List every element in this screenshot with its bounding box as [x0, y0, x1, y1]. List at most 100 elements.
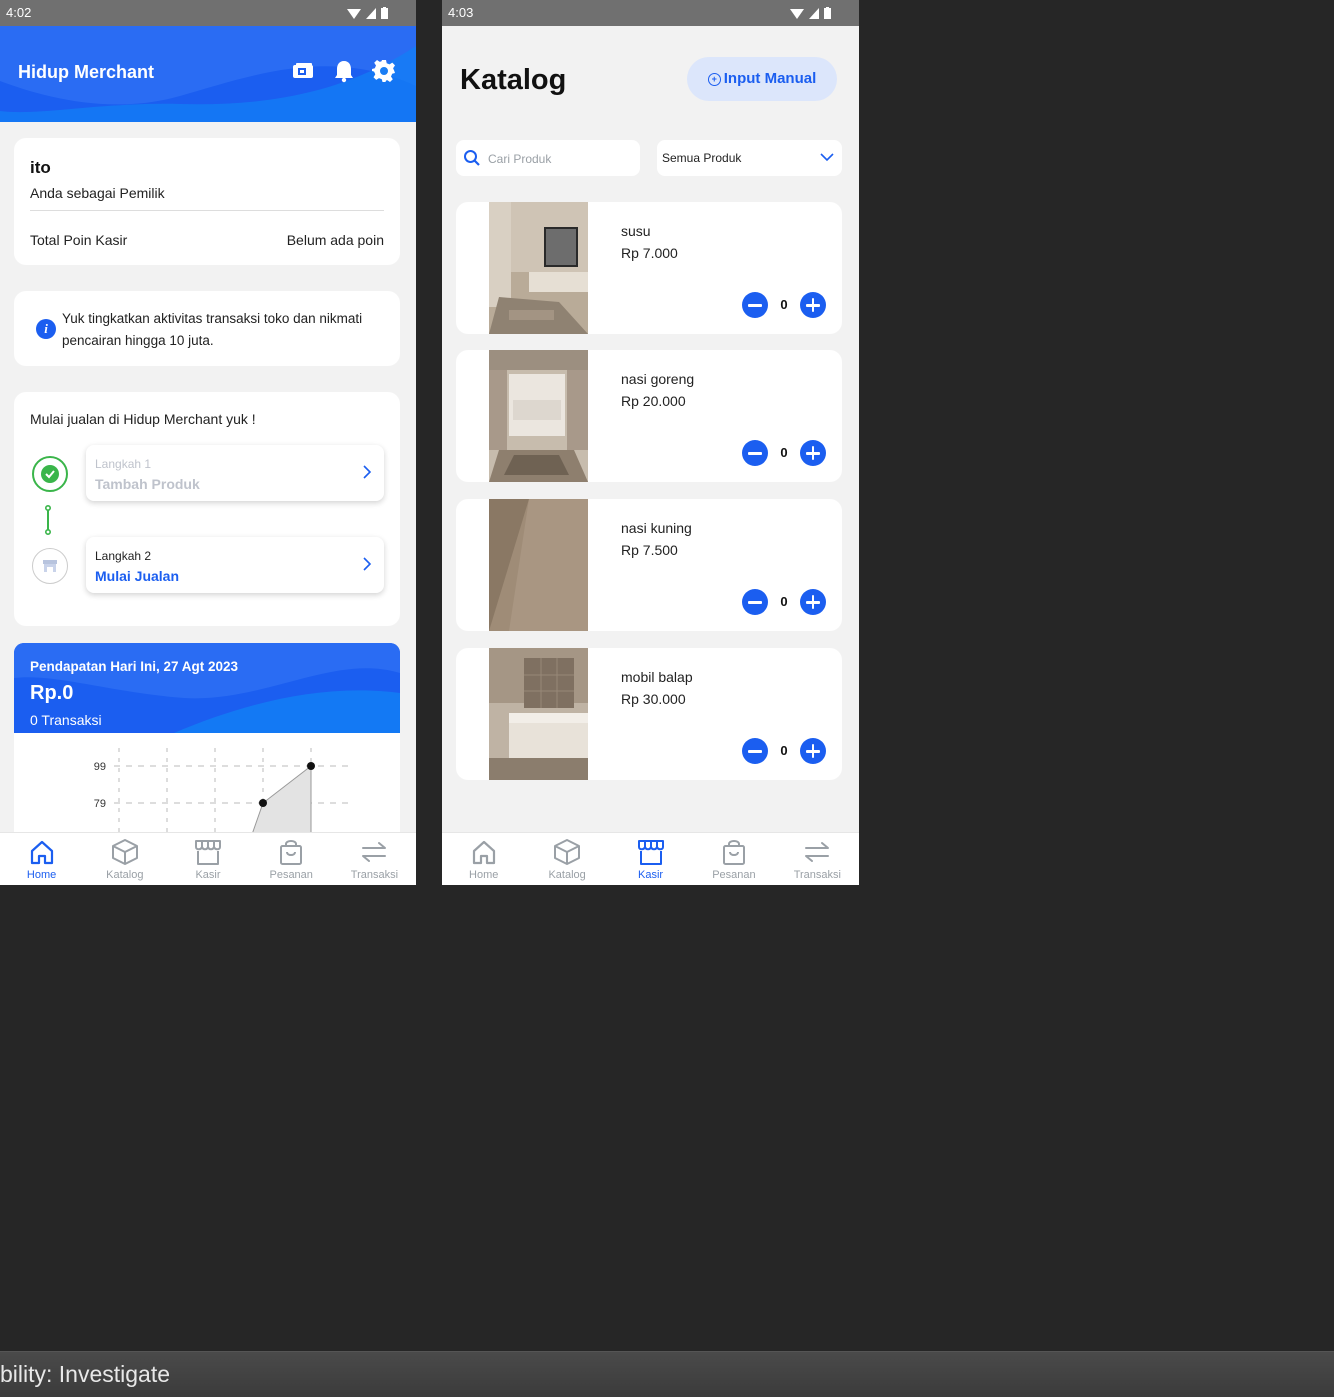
quantity-value: 0	[780, 445, 788, 460]
steps-title: Mulai jualan di Hidup Merchant yuk !	[30, 411, 256, 427]
product-image	[489, 648, 588, 780]
poin-label: Total Poin Kasir	[30, 232, 128, 248]
income-title: Pendapatan Hari Ini, 27 Agt 2023	[30, 659, 239, 674]
nav-item-katalog[interactable]: Katalog	[83, 833, 166, 885]
quantity-value: 0	[780, 743, 788, 758]
minus-button[interactable]	[742, 292, 768, 318]
chevron-right-icon	[363, 465, 372, 479]
nav-item-home[interactable]: Home	[442, 833, 525, 885]
product-price: Rp 7.500	[621, 542, 678, 558]
income-card: Pendapatan Hari Ini, 27 Agt 2023 Rp.0 0 …	[14, 643, 400, 843]
product-filter-select[interactable]: Semua Produk	[657, 140, 842, 176]
nav-item-kasir[interactable]: Kasir	[609, 833, 692, 885]
product-card[interactable]: susu Rp 7.000 0	[456, 202, 842, 334]
y-tick-label: 99	[94, 761, 106, 773]
divider	[30, 210, 384, 211]
filter-selected-value: Semua Produk	[662, 151, 742, 165]
step2-label: Langkah 2	[95, 549, 152, 563]
chart-point	[307, 762, 315, 770]
bell-icon[interactable]	[332, 59, 356, 83]
wallet-icon[interactable]	[292, 59, 316, 83]
nav-item-katalog[interactable]: Katalog	[525, 833, 608, 885]
nav-label: Pesanan	[269, 869, 313, 881]
signal-icon	[809, 7, 819, 19]
nav-label: Kasir	[637, 869, 664, 881]
plus-button[interactable]	[800, 589, 826, 615]
minus-button[interactable]	[742, 738, 768, 764]
user-name: ito	[30, 158, 51, 177]
income-chart: 99 79	[14, 733, 400, 843]
wifi-icon	[790, 8, 804, 19]
input-manual-label: Input Manual	[723, 70, 817, 87]
step1-check-icon	[32, 456, 68, 492]
status-bar-text: bility: Investigate	[0, 1361, 171, 1387]
income-header: Pendapatan Hari Ini, 27 Agt 2023 Rp.0 0 …	[14, 643, 400, 733]
minus-button[interactable]	[742, 589, 768, 615]
product-price: Rp 30.000	[621, 691, 686, 707]
status-bar: 4:03	[442, 0, 859, 26]
page-title: Katalog	[460, 64, 567, 96]
product-card[interactable]: mobil balap Rp 30.000 0	[456, 648, 842, 780]
product-price: Rp 20.000	[621, 393, 686, 409]
search-icon	[464, 150, 480, 166]
nav-label: Katalog	[548, 869, 586, 881]
status-time: 4:02	[6, 5, 32, 20]
info-banner[interactable]: i Yuk tingkatkan aktivitas transaksi tok…	[14, 291, 400, 366]
step2-mulai-jualan[interactable]: Langkah 2 Mulai Jualan	[86, 537, 384, 593]
product-card[interactable]: nasi goreng Rp 20.000 0	[456, 350, 842, 482]
input-manual-button[interactable]: + Input Manual	[687, 57, 837, 101]
product-name: nasi kuning	[621, 520, 692, 536]
nav-label: Transaksi	[793, 869, 841, 881]
bottom-nav: Home Katalog Kasir Pesanan Transaksi	[442, 832, 859, 885]
gear-icon[interactable]	[372, 59, 396, 83]
quantity-stepper: 0	[742, 292, 828, 318]
step1-title: Tambah Produk	[95, 476, 200, 492]
ide-status-bar: bility: Investigate	[0, 1351, 1334, 1397]
product-card[interactable]: nasi kuning Rp 7.500 0	[456, 499, 842, 631]
nav-label: Home	[469, 869, 499, 881]
nav-item-home[interactable]: Home	[0, 833, 83, 885]
quantity-stepper: 0	[742, 440, 828, 466]
step1-tambah-produk[interactable]: Langkah 1 Tambah Produk	[86, 445, 384, 501]
income-count: 0 Transaksi	[30, 712, 102, 728]
battery-icon	[381, 7, 388, 19]
income-chart-svg: 99 79	[94, 748, 354, 843]
y-tick-label: 79	[94, 798, 106, 810]
store-icon	[194, 838, 222, 866]
product-price: Rp 7.000	[621, 245, 678, 261]
user-card: ito Anda sebagai Pemilik Total Poin Kasi…	[14, 138, 400, 265]
chevron-down-icon	[820, 153, 834, 162]
info-icon: i	[36, 319, 56, 339]
swap-icon	[803, 838, 831, 866]
quantity-stepper: 0	[742, 738, 828, 764]
quantity-value: 0	[780, 594, 788, 609]
plus-button[interactable]	[800, 440, 826, 466]
search-box	[456, 140, 640, 176]
product-image	[489, 499, 588, 631]
signal-icon	[366, 7, 376, 19]
minus-button[interactable]	[742, 440, 768, 466]
status-time: 4:03	[448, 5, 474, 20]
bag-icon	[277, 838, 305, 866]
nav-item-transaksi[interactable]: Transaksi	[333, 833, 416, 885]
product-name: mobil balap	[621, 669, 693, 685]
plus-button[interactable]	[800, 738, 826, 764]
nav-item-kasir[interactable]: Kasir	[166, 833, 249, 885]
search-input[interactable]	[486, 148, 635, 170]
poin-value: Belum ada poin	[286, 232, 384, 248]
plus-circle-icon: +	[707, 73, 721, 86]
nav-label: Kasir	[195, 869, 221, 881]
nav-label: Transaksi	[350, 869, 399, 881]
phone-home-screen: 4:02 Hidup Merchant ito Anda sebagai Pem	[0, 0, 416, 885]
plus-button[interactable]	[800, 292, 826, 318]
product-image	[489, 202, 588, 334]
nav-label: Katalog	[106, 869, 144, 881]
nav-item-pesanan[interactable]: Pesanan	[692, 833, 775, 885]
wifi-icon	[347, 8, 361, 19]
app-title: Hidup Merchant	[18, 62, 155, 82]
nav-item-pesanan[interactable]: Pesanan	[250, 833, 333, 885]
nav-item-transaksi[interactable]: Transaksi	[776, 833, 859, 885]
user-role: Anda sebagai Pemilik	[30, 185, 165, 201]
status-bar: 4:02	[0, 0, 416, 26]
home-icon	[470, 838, 498, 866]
